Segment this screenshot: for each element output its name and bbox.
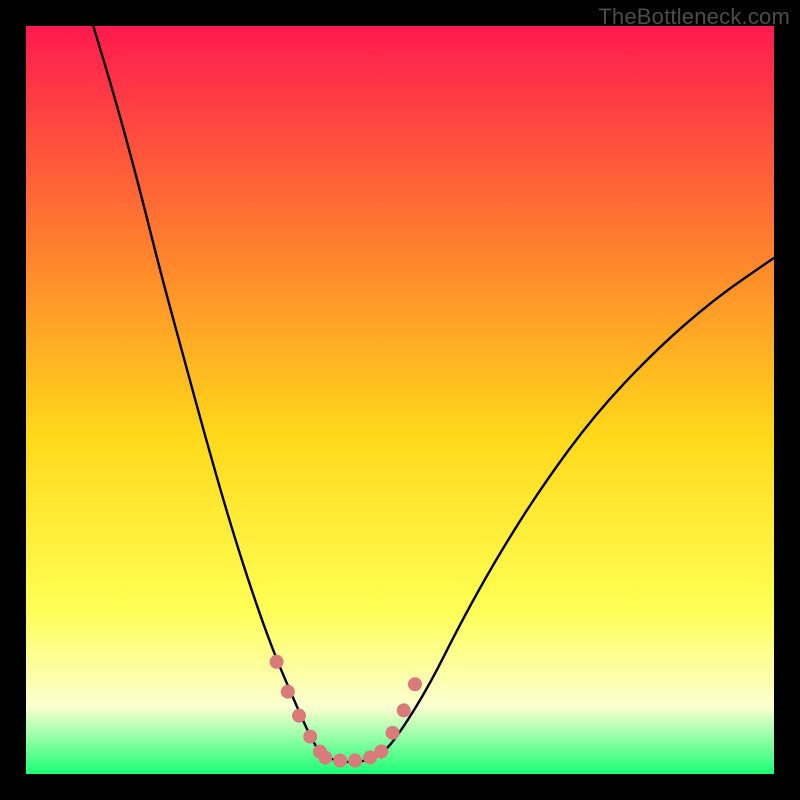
valley-marker-dot <box>348 754 362 768</box>
valley-marker-dot <box>281 685 295 699</box>
valley-marker-dot <box>318 751 332 765</box>
valley-marker-dot <box>374 745 388 759</box>
valley-marker-dot <box>386 726 400 740</box>
plot-area <box>26 26 774 774</box>
valley-marker-dot <box>303 730 317 744</box>
gradient-background <box>26 26 774 774</box>
watermark-text: TheBottleneck.com <box>598 4 790 30</box>
valley-marker-dot <box>292 709 306 723</box>
valley-marker-dot <box>408 677 422 691</box>
valley-marker-dot <box>397 703 411 717</box>
valley-marker-dot <box>333 754 347 768</box>
valley-marker-dot <box>270 655 284 669</box>
chart-frame: TheBottleneck.com <box>0 0 800 800</box>
bottleneck-curve-chart <box>26 26 774 774</box>
